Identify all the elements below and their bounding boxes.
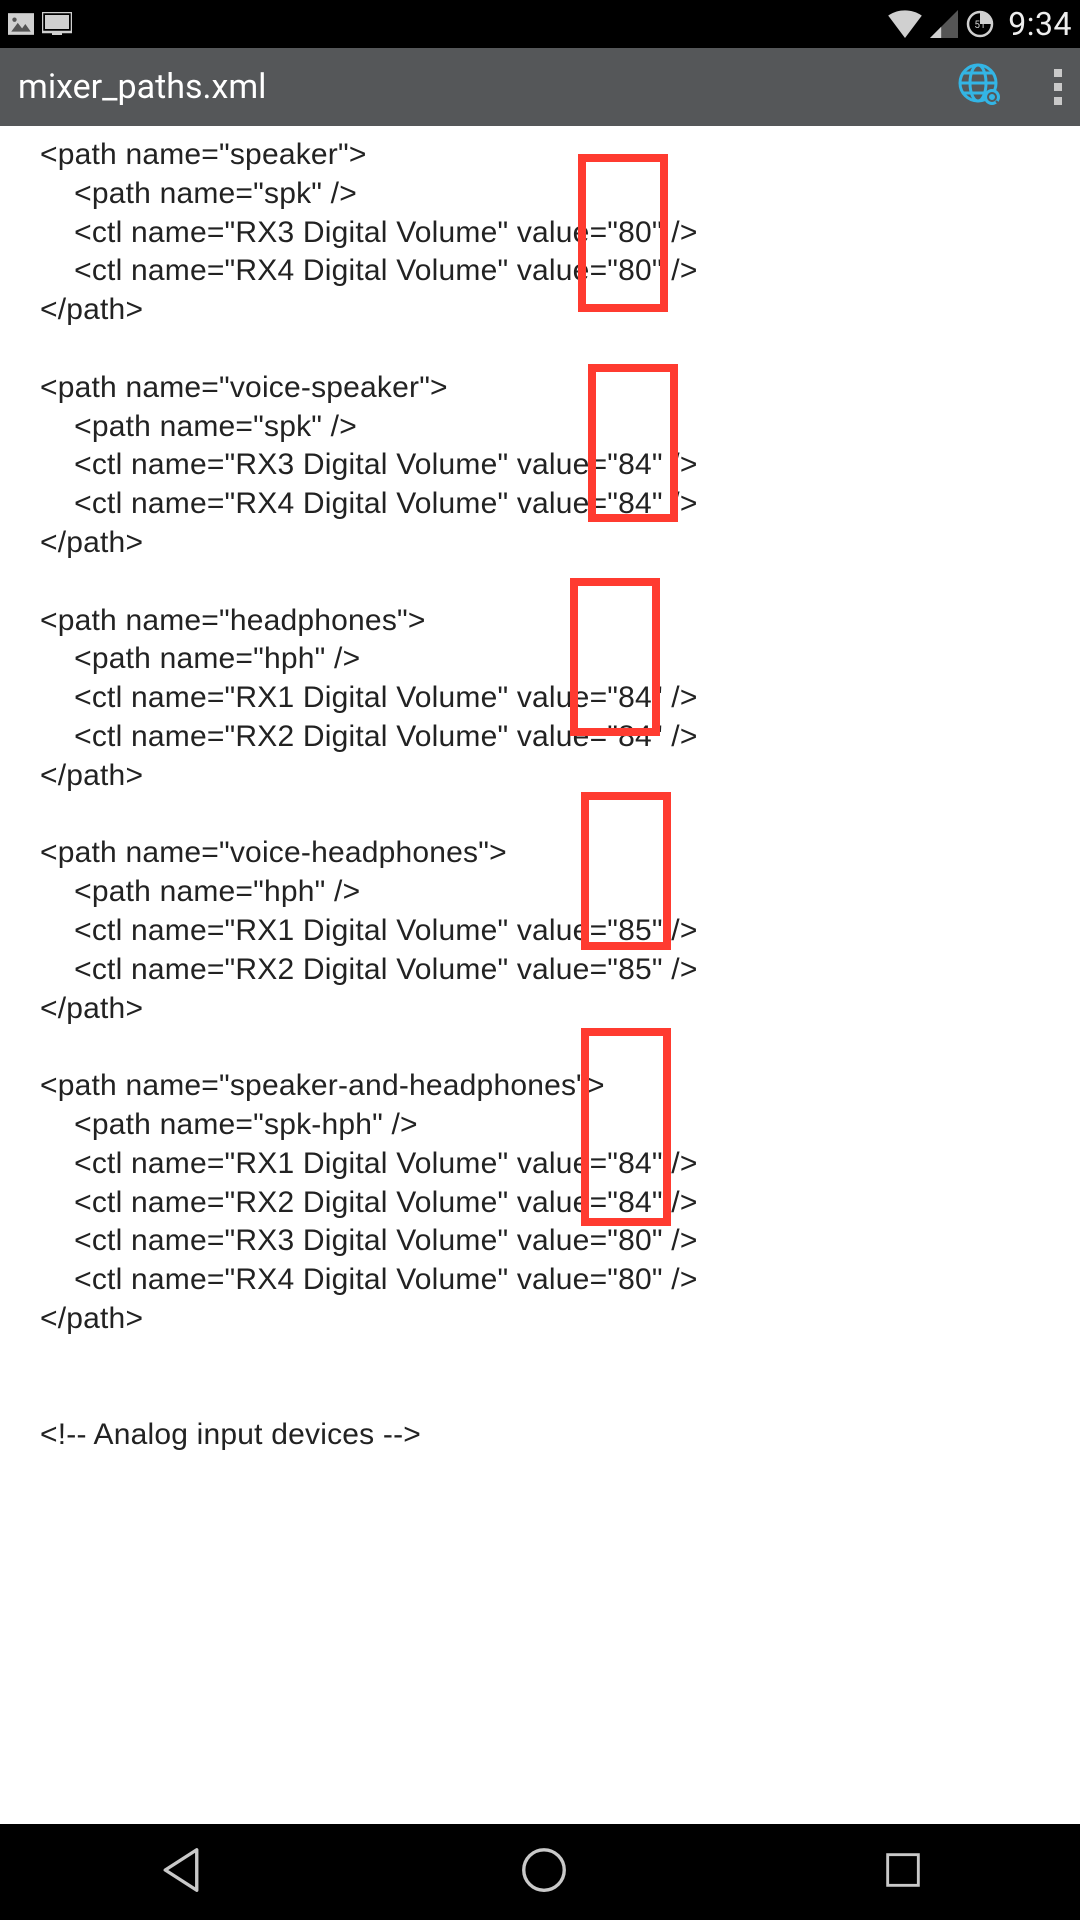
text-editor[interactable]: <path name="speaker"> <path name="spk" /… xyxy=(0,126,1080,1824)
highlight-box xyxy=(578,154,668,312)
highlight-box xyxy=(581,1028,671,1226)
nav-bar xyxy=(0,1824,1080,1920)
cast-icon xyxy=(42,12,72,36)
cell-signal-icon xyxy=(930,10,958,38)
status-bar: 51 9:34 xyxy=(0,0,1080,48)
web-search-icon[interactable] xyxy=(954,59,1006,115)
gallery-icon xyxy=(8,13,34,35)
back-button[interactable] xyxy=(154,1843,208,1901)
status-time: 9:34 xyxy=(1008,5,1072,43)
code-content: <path name="speaker"> <path name="spk" /… xyxy=(40,136,1070,1455)
recent-apps-button[interactable] xyxy=(880,1847,926,1897)
highlight-box xyxy=(581,792,671,950)
highlight-box xyxy=(570,578,660,736)
overflow-menu-icon[interactable] xyxy=(1054,63,1062,111)
battery-icon: 51 xyxy=(966,10,994,38)
page-title: mixer_paths.xml xyxy=(18,67,266,107)
svg-text:51: 51 xyxy=(975,20,986,31)
home-button[interactable] xyxy=(517,1843,571,1901)
app-bar: mixer_paths.xml xyxy=(0,48,1080,126)
highlight-box xyxy=(588,364,678,522)
wifi-icon xyxy=(888,10,922,38)
